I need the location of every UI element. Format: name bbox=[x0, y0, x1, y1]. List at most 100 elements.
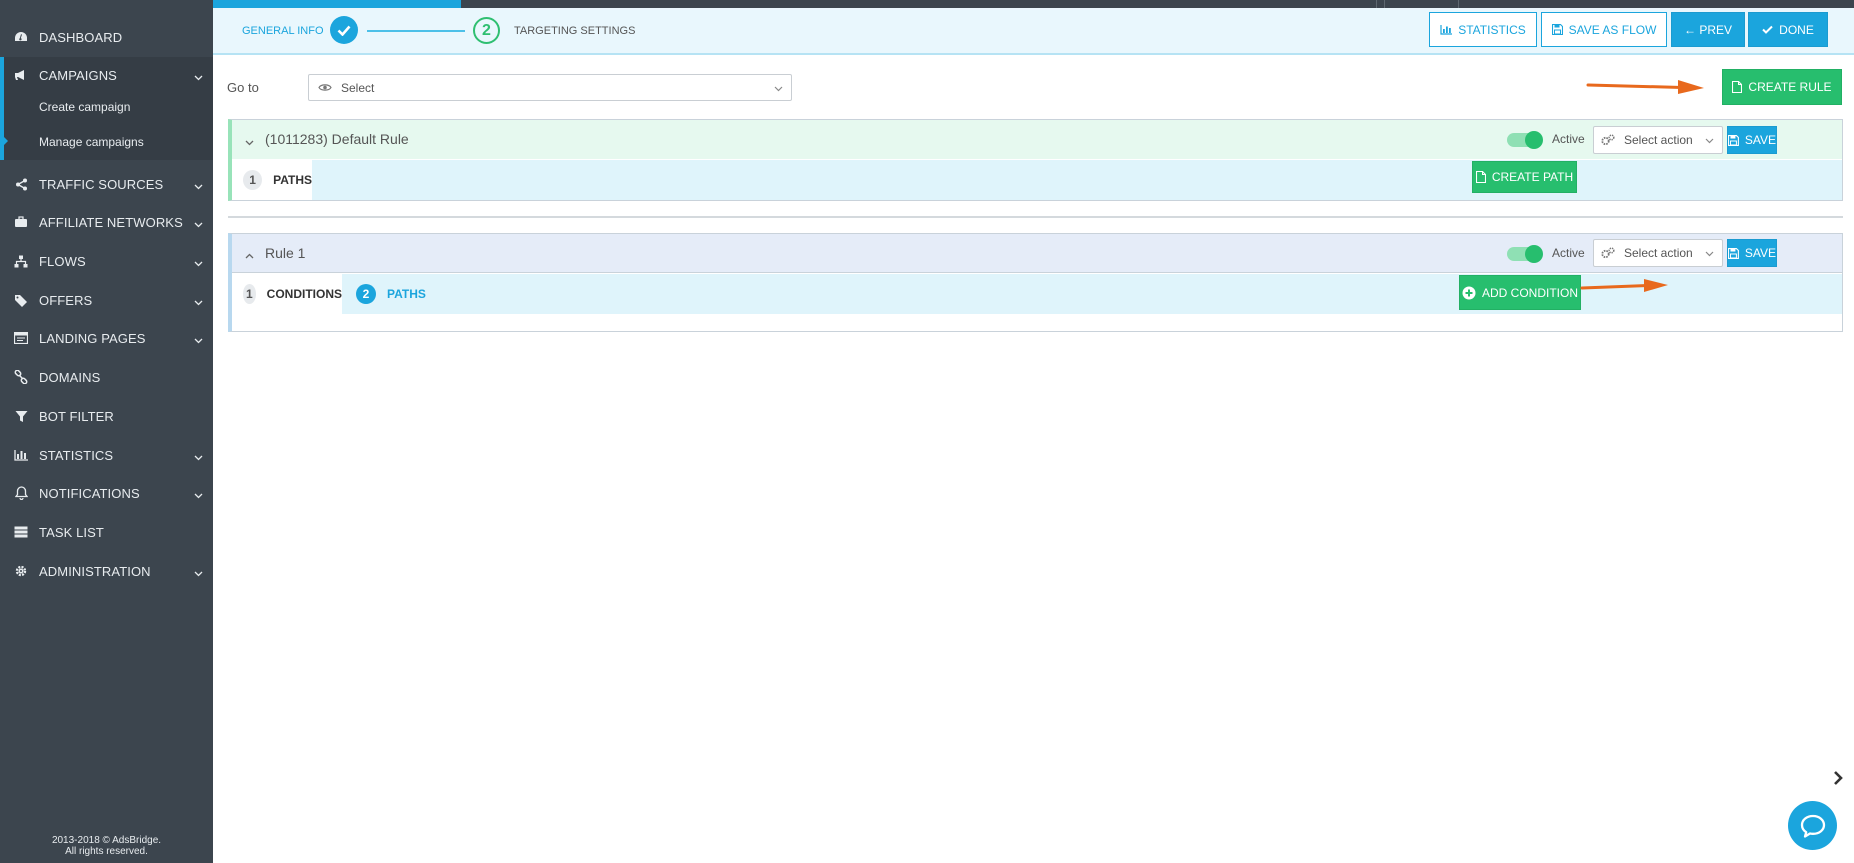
sidebar-item-administration[interactable]: ADMINISTRATION bbox=[0, 553, 213, 589]
chevron-down-icon bbox=[194, 178, 203, 193]
sidebar-item-dashboard[interactable]: DASHBOARD bbox=[0, 19, 213, 55]
chevron-down-icon[interactable] bbox=[245, 134, 254, 149]
chat-icon bbox=[1800, 814, 1825, 838]
chevron-down-icon bbox=[194, 255, 203, 270]
done-button[interactable]: DONE bbox=[1748, 12, 1828, 47]
link-icon bbox=[11, 370, 31, 384]
sidebar-item-label: BOT FILTER bbox=[39, 408, 114, 424]
goto-label: Go to bbox=[227, 80, 259, 95]
sidebar-item-label: FLOWS bbox=[39, 253, 86, 269]
rule-title[interactable]: Rule 1 bbox=[265, 245, 305, 261]
goto-select[interactable]: Select bbox=[308, 74, 792, 101]
dashboard-icon bbox=[11, 31, 31, 43]
chevron-down-icon bbox=[194, 487, 203, 502]
sidebar: DASHBOARD CAMPAIGNS Create campaign Mana… bbox=[0, 0, 213, 863]
done-label: DONE bbox=[1779, 22, 1814, 37]
active-marker bbox=[0, 133, 8, 149]
gears-icon bbox=[1601, 134, 1615, 146]
sidebar-item-traffic-sources[interactable]: TRAFFIC SOURCES bbox=[0, 166, 213, 202]
chevron-down-icon bbox=[1705, 246, 1714, 260]
sidebar-item-task-list[interactable]: TASK LIST bbox=[0, 514, 213, 550]
strip-separator bbox=[1384, 0, 1385, 8]
file-icon bbox=[1732, 81, 1743, 93]
chevron-down-icon bbox=[194, 449, 203, 464]
rule-header: Rule 1 Active Select action SAVE bbox=[232, 234, 1842, 273]
megaphone-icon bbox=[11, 69, 31, 81]
select-action-dropdown[interactable]: Select action bbox=[1593, 126, 1723, 154]
active-toggle[interactable] bbox=[1507, 245, 1543, 263]
save-label: SAVE bbox=[1744, 246, 1776, 260]
create-path-label: CREATE PATH bbox=[1491, 170, 1574, 184]
floppy-icon bbox=[1728, 247, 1739, 259]
step-connector bbox=[367, 30, 465, 32]
share-icon bbox=[11, 178, 31, 191]
toggle-knob bbox=[1525, 131, 1543, 149]
tab-paths[interactable]: 2 PATHS bbox=[356, 274, 426, 314]
rule-tabbar: 1 PATHS CREATE PATH bbox=[232, 160, 1842, 200]
sidebar-item-label: DASHBOARD bbox=[39, 29, 123, 45]
sidebar-footer: 2013-2018 © AdsBridge. All rights reserv… bbox=[0, 835, 213, 857]
sitemap-icon bbox=[11, 255, 31, 268]
filter-icon bbox=[11, 410, 31, 423]
tab-paths[interactable]: 1 PATHS bbox=[232, 160, 312, 200]
goto-select-value: Select bbox=[341, 80, 375, 95]
save-as-flow-label: SAVE AS FLOW bbox=[1568, 22, 1657, 37]
sidebar-item-notifications[interactable]: NOTIFICATIONS bbox=[0, 475, 213, 511]
floppy-icon bbox=[1728, 134, 1739, 146]
sidebar-item-landing-pages[interactable]: LANDING PAGES bbox=[0, 320, 213, 356]
sidebar-item-bot-filter[interactable]: BOT FILTER bbox=[0, 398, 213, 434]
active-toggle[interactable] bbox=[1507, 131, 1543, 149]
chevron-down-icon bbox=[194, 565, 203, 580]
sidebar-item-label: OFFERS bbox=[39, 292, 93, 308]
plus-circle-icon bbox=[1462, 286, 1476, 299]
sidebar-subitem-create-campaign[interactable]: Create campaign bbox=[39, 100, 130, 114]
select-action-dropdown[interactable]: Select action bbox=[1593, 239, 1723, 267]
chevron-up-icon[interactable] bbox=[245, 247, 254, 262]
save-as-flow-button[interactable]: SAVE AS FLOW bbox=[1541, 12, 1667, 47]
arrow-pointer-icon bbox=[1580, 279, 1668, 292]
sidebar-item-label: LANDING PAGES bbox=[39, 330, 146, 346]
sidebar-subitem-manage-campaigns[interactable]: Manage campaigns bbox=[39, 135, 144, 149]
strip-separator bbox=[1458, 0, 1459, 8]
progress-indicator bbox=[213, 0, 461, 8]
create-path-button[interactable]: CREATE PATH bbox=[1472, 161, 1577, 193]
sidebar-item-affiliate-networks[interactable]: AFFILIATE NETWORKS bbox=[0, 204, 213, 240]
gear-icon bbox=[11, 564, 31, 578]
tab-number: 1 bbox=[243, 170, 263, 190]
tab-conditions[interactable]: 1 CONDITIONS bbox=[232, 274, 342, 314]
chevron-down-icon bbox=[774, 81, 783, 95]
window-icon bbox=[11, 332, 31, 344]
select-action-value: Select action bbox=[1624, 246, 1693, 260]
bell-icon bbox=[11, 486, 31, 500]
rule-title[interactable]: (1011283) Default Rule bbox=[265, 131, 409, 147]
briefcase-icon bbox=[11, 216, 31, 228]
rule-header: (1011283) Default Rule Active Select act… bbox=[232, 120, 1842, 159]
sidebar-item-flows[interactable]: FLOWS bbox=[0, 243, 213, 279]
sidebar-item-statistics[interactable]: STATISTICS bbox=[0, 437, 213, 473]
step-general-info[interactable]: GENERAL INFO bbox=[242, 25, 324, 37]
panel-divider bbox=[228, 216, 1843, 218]
file-icon bbox=[1475, 171, 1486, 183]
prev-label: ← PREV bbox=[1683, 22, 1732, 37]
strip-separator bbox=[1376, 0, 1377, 8]
sidebar-item-offers[interactable]: OFFERS bbox=[0, 282, 213, 318]
statistics-label: STATISTICS bbox=[1458, 22, 1526, 37]
rights-text: All rights reserved. bbox=[65, 846, 148, 857]
select-action-value: Select action bbox=[1624, 133, 1693, 147]
save-button[interactable]: SAVE bbox=[1727, 239, 1777, 267]
save-button[interactable]: SAVE bbox=[1727, 126, 1777, 154]
tab-label: PATHS bbox=[387, 287, 426, 301]
chat-button[interactable] bbox=[1788, 801, 1837, 850]
step-targeting-settings[interactable]: TARGETING SETTINGS bbox=[514, 25, 635, 37]
add-condition-button[interactable]: ADD CONDITION bbox=[1459, 275, 1581, 310]
sidebar-item-domains[interactable]: DOMAINS bbox=[0, 359, 213, 395]
chevron-down-icon bbox=[194, 332, 203, 347]
chevron-right-icon[interactable] bbox=[1833, 770, 1844, 789]
sidebar-item-campaigns[interactable]: CAMPAIGNS bbox=[0, 57, 213, 93]
create-rule-button[interactable]: CREATE RULE bbox=[1722, 69, 1842, 105]
prev-button[interactable]: ← PREV bbox=[1671, 12, 1745, 47]
chevron-down-icon bbox=[194, 216, 203, 231]
check-icon bbox=[1762, 25, 1773, 34]
statistics-button[interactable]: STATISTICS bbox=[1429, 12, 1537, 47]
sidebar-item-label: TRAFFIC SOURCES bbox=[39, 176, 164, 192]
